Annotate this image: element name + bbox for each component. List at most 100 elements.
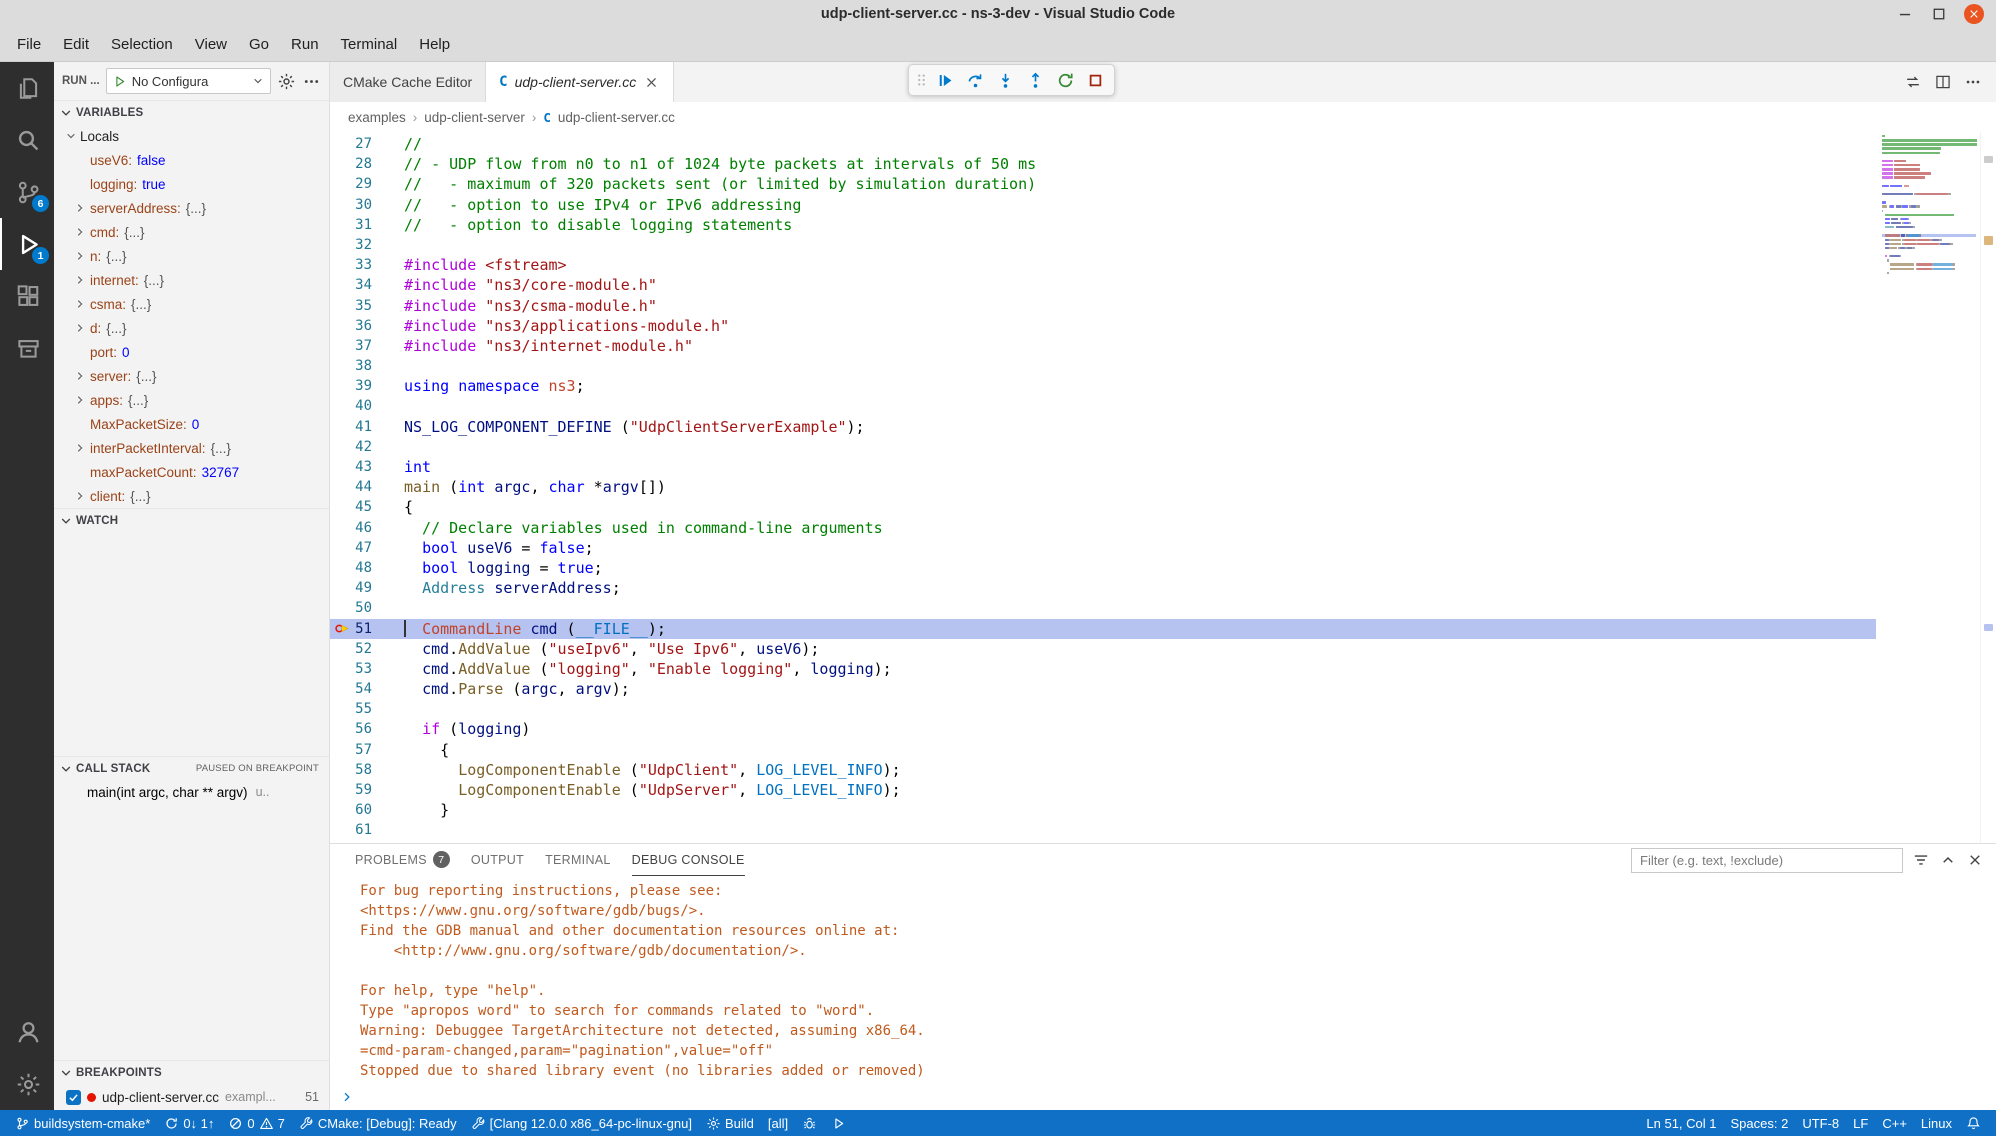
- code-line-59[interactable]: 59 LogComponentEnable ("UdpServer", LOG_…: [330, 780, 1876, 800]
- line-number[interactable]: 53: [330, 659, 404, 679]
- code-line-34[interactable]: 34#include "ns3/core-module.h": [330, 275, 1876, 295]
- menu-selection[interactable]: Selection: [100, 31, 184, 58]
- breadcrumb-item[interactable]: examples: [348, 110, 406, 125]
- line-number[interactable]: 34: [330, 275, 404, 295]
- code-line-38[interactable]: 38: [330, 356, 1876, 376]
- activity-settings[interactable]: [0, 1058, 54, 1110]
- line-number[interactable]: 49: [330, 578, 404, 598]
- line-number[interactable]: 35: [330, 296, 404, 316]
- code-line-39[interactable]: 39using namespace ns3;: [330, 376, 1876, 396]
- code-line-40[interactable]: 40: [330, 396, 1876, 416]
- variable-row[interactable]: csma:{...}: [54, 292, 329, 316]
- line-number[interactable]: 54: [330, 679, 404, 699]
- more-actions-icon[interactable]: [1964, 73, 1982, 91]
- line-number[interactable]: 32: [330, 235, 404, 255]
- code-line-58[interactable]: 58 LogComponentEnable ("UdpClient", LOG_…: [330, 760, 1876, 780]
- line-number[interactable]: 36: [330, 316, 404, 336]
- menu-help[interactable]: Help: [408, 31, 461, 58]
- code-line-61[interactable]: 61: [330, 820, 1876, 840]
- close-window-button[interactable]: [1964, 4, 1984, 24]
- minimize-button[interactable]: [1896, 5, 1914, 23]
- status-item[interactable]: [824, 1110, 853, 1136]
- variable-row[interactable]: n:{...}: [54, 244, 329, 268]
- code-line-31[interactable]: 31// - option to disable logging stateme…: [330, 215, 1876, 235]
- variable-row[interactable]: port:0: [54, 340, 329, 364]
- code-line-52[interactable]: 52 cmd.AddValue ("useIpv6", "Use Ipv6", …: [330, 639, 1876, 659]
- code-line-28[interactable]: 28// - UDP flow from n0 to n1 of 1024 by…: [330, 154, 1876, 174]
- status-item[interactable]: Ln 51, Col 1: [1639, 1110, 1723, 1136]
- line-number[interactable]: 60: [330, 800, 404, 820]
- code-line-32[interactable]: 32: [330, 235, 1876, 255]
- code-line-53[interactable]: 53 cmd.AddValue ("logging", "Enable logg…: [330, 659, 1876, 679]
- step-out-button[interactable]: [1024, 69, 1047, 92]
- stop-button[interactable]: [1084, 69, 1107, 92]
- code-line-29[interactable]: 29// - maximum of 320 packets sent (or l…: [330, 174, 1876, 194]
- variable-row[interactable]: apps:{...}: [54, 388, 329, 412]
- step-over-button[interactable]: [964, 69, 987, 92]
- line-number[interactable]: 46: [330, 518, 404, 538]
- status-item[interactable]: [795, 1110, 824, 1136]
- breakpoints-section-header[interactable]: BREAKPOINTS: [54, 1060, 329, 1084]
- variable-row[interactable]: logging:true: [54, 172, 329, 196]
- code-line-45[interactable]: 45{: [330, 497, 1876, 517]
- activity-cmake[interactable]: [0, 322, 54, 374]
- breadcrumb-item[interactable]: udp-client-server: [424, 110, 525, 125]
- variables-section-header[interactable]: VARIABLES: [54, 100, 329, 124]
- maximize-button[interactable]: [1930, 5, 1948, 23]
- code-line-41[interactable]: 41NS_LOG_COMPONENT_DEFINE ("UdpClientSer…: [330, 417, 1876, 437]
- variable-row[interactable]: d:{...}: [54, 316, 329, 340]
- variable-row[interactable]: MaxPacketSize:0: [54, 412, 329, 436]
- code-line-60[interactable]: 60 }: [330, 800, 1876, 820]
- code-line-30[interactable]: 30// - option to use IPv4 or IPv6 addres…: [330, 195, 1876, 215]
- line-number[interactable]: 58: [330, 760, 404, 780]
- restart-button[interactable]: [1054, 69, 1077, 92]
- filter-lines-icon[interactable]: [1912, 851, 1930, 869]
- line-number[interactable]: 50: [330, 598, 404, 618]
- breakpoint-row[interactable]: udp-client-server.ccexampl...51: [54, 1084, 329, 1110]
- line-number[interactable]: 39: [330, 376, 404, 396]
- code-line-37[interactable]: 37#include "ns3/internet-module.h": [330, 336, 1876, 356]
- code-line-49[interactable]: 49 Address serverAddress;: [330, 578, 1876, 598]
- menu-edit[interactable]: Edit: [52, 31, 100, 58]
- step-into-button[interactable]: [994, 69, 1017, 92]
- line-number[interactable]: 30: [330, 195, 404, 215]
- status-item[interactable]: [1959, 1110, 1988, 1136]
- debug-more-actions-icon[interactable]: [302, 72, 321, 91]
- status-item[interactable]: [all]: [761, 1110, 795, 1136]
- breakpoint-checkbox[interactable]: [66, 1090, 81, 1105]
- panel-tab-terminal[interactable]: TERMINAL: [545, 844, 611, 876]
- status-item[interactable]: C++: [1875, 1110, 1914, 1136]
- code-line-54[interactable]: 54 cmd.Parse (argc, argv);: [330, 679, 1876, 699]
- variable-row[interactable]: cmd:{...}: [54, 220, 329, 244]
- activity-accounts[interactable]: [0, 1006, 54, 1058]
- line-number[interactable]: 47: [330, 538, 404, 558]
- code-line-44[interactable]: 44main (int argc, char *argv[]): [330, 477, 1876, 497]
- code-line-48[interactable]: 48 bool logging = true;: [330, 558, 1876, 578]
- variable-row[interactable]: server:{...}: [54, 364, 329, 388]
- variable-row[interactable]: maxPacketCount:32767: [54, 460, 329, 484]
- variable-row[interactable]: serverAddress:{...}: [54, 196, 329, 220]
- activity-extensions[interactable]: [0, 270, 54, 322]
- code-line-51[interactable]: 51 CommandLine cmd (__FILE__);: [330, 619, 1876, 639]
- variable-row[interactable]: internet:{...}: [54, 268, 329, 292]
- line-number[interactable]: 27: [330, 134, 404, 154]
- menu-view[interactable]: View: [184, 31, 238, 58]
- stack-frame-row[interactable]: main(int argc, char ** argv)u..: [54, 780, 329, 804]
- activity-source-control[interactable]: 6: [0, 166, 54, 218]
- drag-handle-icon[interactable]: [916, 71, 927, 89]
- line-number[interactable]: 57: [330, 740, 404, 760]
- line-number[interactable]: 61: [330, 820, 404, 840]
- line-number[interactable]: 52: [330, 639, 404, 659]
- code-line-36[interactable]: 36#include "ns3/applications-module.h": [330, 316, 1876, 336]
- status-item[interactable]: 0↓ 1↑: [157, 1110, 221, 1136]
- line-number[interactable]: 56: [330, 719, 404, 739]
- line-number[interactable]: 29: [330, 174, 404, 194]
- variable-row[interactable]: client:{...}: [54, 484, 329, 508]
- status-item[interactable]: Spaces: 2: [1724, 1110, 1796, 1136]
- line-number[interactable]: 33: [330, 255, 404, 275]
- breadcrumb-item[interactable]: udp-client-server.cc: [558, 110, 675, 125]
- split-editor-icon[interactable]: [1934, 73, 1952, 91]
- code-line-46[interactable]: 46 // Declare variables used in command-…: [330, 518, 1876, 538]
- line-number[interactable]: 55: [330, 699, 404, 719]
- debug-config-dropdown[interactable]: No Configura: [106, 68, 271, 94]
